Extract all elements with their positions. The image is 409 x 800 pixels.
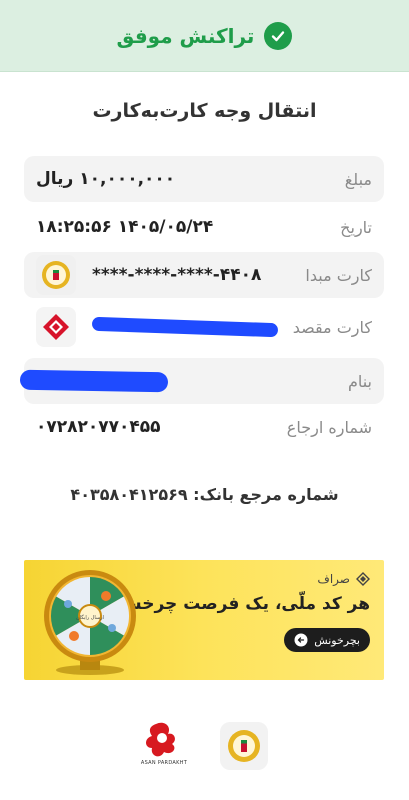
check-circle-icon	[264, 21, 293, 50]
asanpardakht-logo-icon: ASAN PARDAKHT	[138, 718, 190, 774]
spin-button-label: بچرخونش	[314, 633, 360, 647]
source-card-label: کارت مبدا	[305, 265, 372, 285]
source-card-row: کارت مبدا ****-****-****-۴۴۰۸	[24, 252, 384, 298]
success-title: تراکنش موفق	[116, 23, 255, 48]
date-value: ۱۸:۲۵:۵۶ ۱۴۰۵/۰۵/۲۴	[36, 217, 214, 237]
source-card-number: ****-****-****-۴۴۰۸	[92, 265, 262, 285]
bank-melli-logo-icon	[36, 255, 76, 295]
wheel-center-label: ارسال رایگان	[76, 614, 104, 621]
footer-logos: ASAN PARDAKHT	[0, 718, 409, 782]
banner-headline: هر کد ملّی، یک فرصت چرخش!	[110, 594, 370, 614]
promo-banner[interactable]: صراف هر کد ملّی، یک فرصت چرخش! بچرخونش ا…	[24, 560, 384, 680]
name-row: بنام	[19, 358, 384, 404]
dest-card-label: کارت مقصد	[292, 317, 372, 337]
bank-melli-footer-logo-icon	[220, 722, 268, 770]
sarraf-logo-icon	[356, 572, 370, 586]
ref-number-row: شماره ارجاع ۰۷۲۸۲۰۷۷۰۴۵۵	[24, 404, 384, 450]
date-row: تاریخ ۱۸:۲۵:۵۶ ۱۴۰۵/۰۵/۲۴	[24, 204, 384, 250]
success-header: تراکنش موفق	[0, 0, 409, 72]
dest-card-row: کارت مقصد	[24, 304, 384, 350]
prize-wheel-icon: ارسال رایگان	[30, 566, 148, 676]
date-label: تاریخ	[340, 217, 372, 237]
ref-number-value: ۰۷۲۸۲۰۷۷۰۴۵۵	[36, 417, 161, 437]
amount-label: مبلغ	[344, 169, 372, 189]
arrow-left-icon	[294, 633, 308, 647]
bank-reference: شماره مرجع بانک: ۴۰۳۵۸۰۴۱۲۵۶۹	[70, 485, 339, 504]
bank-mellat-logo-icon	[36, 307, 76, 347]
banner-brand: صراف	[317, 572, 350, 586]
redacted-name	[19, 369, 169, 393]
amount-row: مبلغ ۱۰,۰۰۰,۰۰۰ ریال	[24, 156, 384, 202]
redacted-dest-card-number	[91, 316, 279, 338]
amount-value: ۱۰,۰۰۰,۰۰۰ ریال	[36, 169, 176, 189]
name-label: بنام	[347, 371, 372, 391]
transaction-type-title: انتقال وجه کارت‌به‌کارت	[92, 100, 317, 122]
ref-number-label: شماره ارجاع	[286, 417, 372, 437]
spin-button[interactable]: بچرخونش	[284, 628, 370, 652]
asanpardakht-wordmark: ASAN PARDAKHT	[140, 760, 188, 766]
